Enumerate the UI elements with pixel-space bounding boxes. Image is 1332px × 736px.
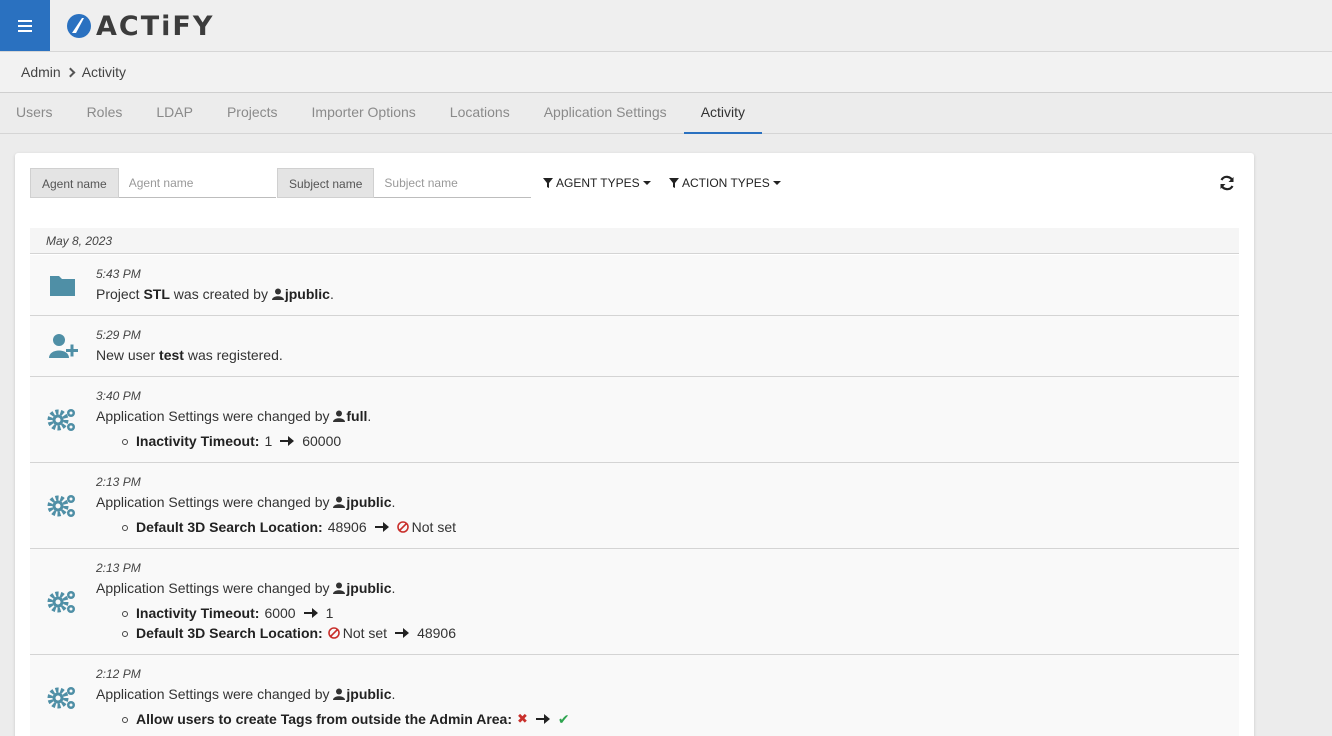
change-list: Default 3D Search Location: 48906 Not set	[122, 517, 456, 537]
change-list: Inactivity Timeout: 1 60000	[121, 431, 342, 451]
agent-name-label: Agent name	[30, 168, 119, 198]
activity-entry: 5:43 PM Project STL was created by jpubl…	[30, 255, 1239, 316]
activity-panel: Agent name Subject name AGENT TYPES ACTI…	[15, 153, 1254, 736]
activity-entry: 5:29 PM New user test was registered.	[30, 316, 1239, 377]
user-plus-icon	[49, 334, 78, 358]
caret-down-icon	[772, 181, 781, 185]
arrow-right-icon	[395, 628, 410, 638]
tab-roles[interactable]: Roles	[70, 93, 140, 134]
filter-icon	[543, 178, 553, 188]
actify-logo[interactable]: ACTiFY	[66, 10, 214, 42]
user-link[interactable]: jpublic	[285, 286, 330, 302]
logo-text: ACTiFY	[96, 10, 215, 42]
breadcrumb: Admin Activity	[0, 52, 1332, 93]
top-bar: ACTiFY	[0, 0, 1332, 52]
user-icon	[333, 688, 346, 700]
hamburger-icon	[18, 19, 32, 32]
user-link[interactable]: jpublic	[346, 494, 391, 510]
entry-message: Application Settings were changed by jpu…	[96, 494, 396, 510]
ban-icon	[327, 627, 340, 639]
subject-name-label: Subject name	[277, 168, 375, 198]
check-icon: ✔	[557, 711, 570, 727]
action-types-dropdown[interactable]: ACTION TYPES	[669, 168, 781, 198]
tab-locations[interactable]: Locations	[433, 93, 527, 134]
entry-time: 5:43 PM	[96, 267, 141, 281]
filter-icon	[669, 178, 679, 188]
change-item: Inactivity Timeout: 1 60000	[121, 433, 342, 449]
entry-message: Application Settings were changed by jpu…	[96, 686, 396, 702]
change-item: Default 3D Search Location: Not set 48906	[122, 625, 456, 641]
tab-activity[interactable]: Activity	[683, 93, 763, 134]
arrow-right-icon	[374, 522, 389, 532]
date-group-header: May 8, 2023	[30, 228, 1239, 254]
entry-time: 5:29 PM	[96, 328, 141, 342]
filter-bar: Agent name Subject name AGENT TYPES ACTI…	[30, 168, 1240, 198]
tab-ldap[interactable]: LDAP	[139, 93, 210, 134]
admin-tabs: Users Roles LDAP Projects Importer Optio…	[0, 93, 1332, 134]
change-list: Allow users to create Tags from outside …	[122, 709, 570, 729]
user-icon	[333, 496, 346, 508]
cross-icon: ✖	[517, 711, 528, 726]
user-name[interactable]: test	[159, 347, 184, 363]
folder-icon	[50, 276, 75, 296]
activity-entry: 2:12 PM Application Settings were change…	[30, 655, 1239, 736]
logo-mark-icon	[67, 14, 91, 38]
subject-name-input[interactable]	[374, 168, 532, 198]
activity-entry: 2:13 PM Application Settings were change…	[30, 549, 1239, 655]
change-item: Default 3D Search Location: 48906 Not set	[122, 519, 456, 535]
tab-projects[interactable]: Projects	[210, 93, 295, 134]
user-icon	[333, 410, 346, 422]
entry-message: Application Settings were changed by jpu…	[96, 580, 396, 596]
breadcrumb-admin[interactable]: Admin	[21, 64, 61, 80]
entry-message: New user test was registered.	[96, 347, 283, 363]
entry-time: 2:13 PM	[96, 475, 141, 489]
tab-users[interactable]: Users	[0, 93, 70, 134]
subject-filter: Subject name	[277, 168, 532, 198]
entry-time: 2:12 PM	[96, 667, 141, 681]
activity-entry: 3:40 PM Application Settings were change…	[30, 377, 1239, 463]
agent-types-label: AGENT TYPES	[556, 176, 640, 190]
arrow-right-icon	[280, 436, 295, 446]
change-item: Inactivity Timeout: 6000 1	[122, 603, 456, 623]
entry-time: 3:40 PM	[96, 389, 141, 403]
gears-icon	[47, 591, 75, 613]
activity-entry: 2:13 PM Application Settings were change…	[30, 463, 1239, 549]
agent-types-dropdown[interactable]: AGENT TYPES	[543, 168, 651, 198]
arrow-right-icon	[303, 608, 318, 618]
arrow-right-icon	[535, 714, 550, 724]
change-item: Allow users to create Tags from outside …	[122, 711, 570, 727]
project-name[interactable]: STL	[143, 286, 169, 302]
tab-application-settings[interactable]: Application Settings	[527, 93, 684, 134]
action-types-label: ACTION TYPES	[682, 176, 770, 190]
gears-icon	[47, 495, 75, 517]
tab-importer-options[interactable]: Importer Options	[295, 93, 433, 134]
user-icon	[333, 582, 346, 594]
change-list: Inactivity Timeout: 6000 1 Default 3D Sear…	[122, 603, 456, 643]
user-link[interactable]: jpublic	[346, 580, 391, 596]
gears-icon	[47, 409, 75, 431]
caret-down-icon	[642, 181, 651, 185]
user-icon	[271, 288, 284, 300]
hamburger-menu-button[interactable]	[0, 0, 50, 51]
refresh-icon[interactable]	[1218, 174, 1236, 192]
user-link[interactable]: full	[346, 408, 367, 424]
breadcrumb-activity: Activity	[81, 64, 127, 80]
entry-time: 2:13 PM	[96, 561, 141, 575]
entry-message: Application Settings were changed by ful…	[96, 408, 372, 424]
agent-name-input[interactable]	[118, 168, 276, 198]
chevron-right-icon	[65, 67, 76, 77]
gears-icon	[47, 687, 75, 709]
ban-icon	[396, 521, 409, 533]
agent-filter: Agent name	[30, 168, 276, 198]
user-link[interactable]: jpublic	[346, 686, 391, 702]
entry-message: Project STL was created by jpublic.	[96, 286, 334, 302]
